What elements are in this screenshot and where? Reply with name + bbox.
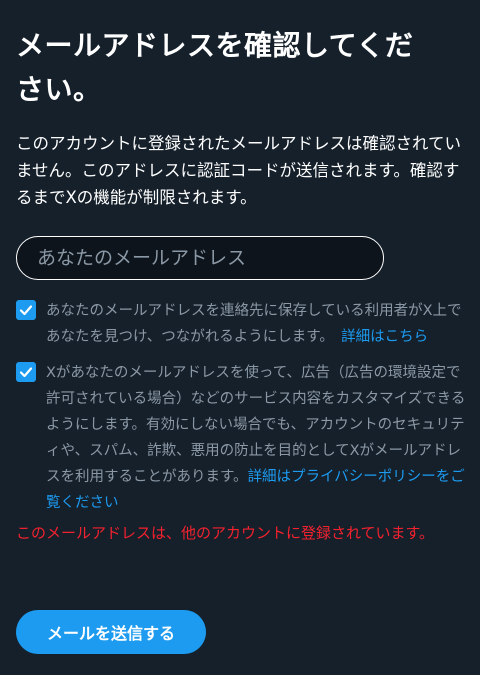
checkmark-icon — [19, 305, 33, 316]
contacts-discoverability-text: あなたのメールアドレスを連絡先に保存している利用者がX上であなたを見つけ、つなが… — [16, 298, 468, 350]
contacts-discoverability-checkbox[interactable] — [16, 300, 36, 320]
contacts-discoverability-option: あなたのメールアドレスを連絡先に保存している利用者がX上であなたを見つけ、つなが… — [16, 298, 468, 350]
learn-more-link[interactable]: 詳細はこちら — [341, 329, 428, 345]
description-text: このアカウントに登録されたメールアドレスは確認されていません。このアドレスに認証… — [16, 134, 462, 207]
personalized-ads-text: Xがあなたのメールアドレスを使って、広告（広告の環境設定で許可されている場合）な… — [16, 360, 468, 516]
error-message: このメールアドレスは、他のアカウントに登録されています。 — [16, 524, 435, 542]
email-input[interactable] — [16, 236, 384, 280]
personalized-ads-label: Xがあなたのメールアドレスを使って、広告（広告の環境設定で許可されている場合）な… — [46, 365, 466, 485]
checkmark-icon — [19, 367, 33, 378]
send-email-button[interactable]: メールを送信する — [16, 610, 206, 654]
personalized-ads-option: Xがあなたのメールアドレスを使って、広告（広告の環境設定で許可されている場合）な… — [16, 360, 468, 516]
page-title: メールアドレスを確認してください。 — [16, 29, 414, 106]
verify-email-page: メールアドレスを確認してください。 このアカウントに登録されたメールアドレスは確… — [0, 0, 480, 675]
personalized-ads-checkbox[interactable] — [16, 362, 36, 382]
